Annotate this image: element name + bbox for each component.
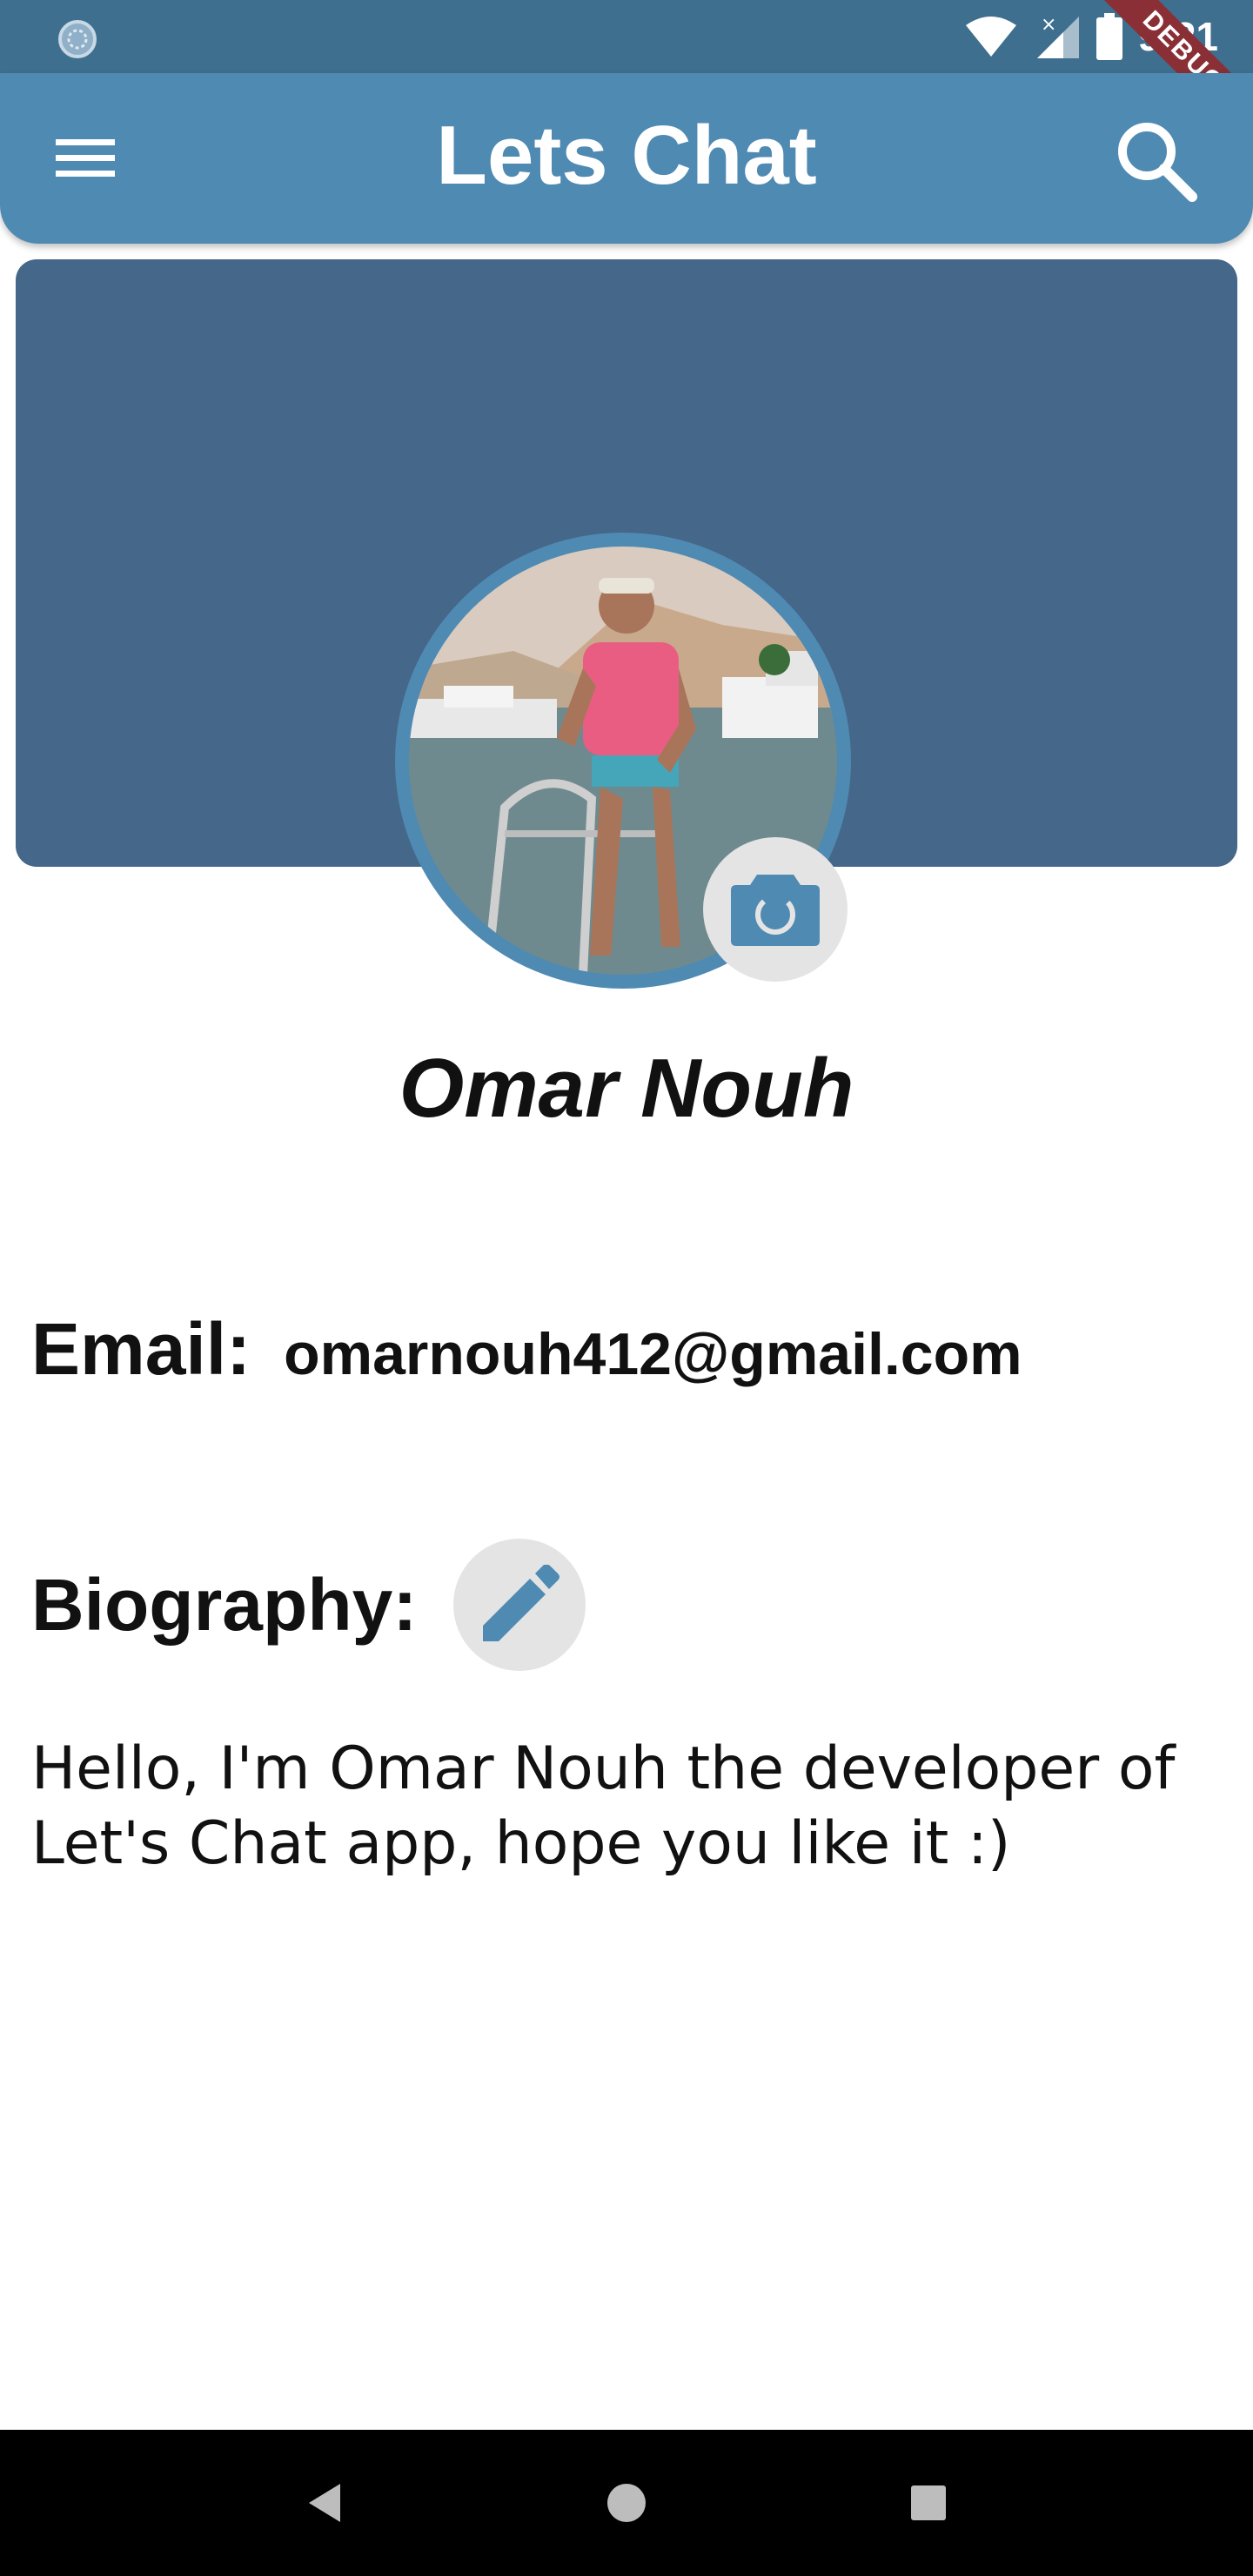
biography-label: Biography: [31, 1563, 418, 1646]
wifi-icon [965, 17, 1016, 57]
battery-icon [1096, 13, 1122, 60]
system-nav-bar [0, 2430, 1253, 2576]
email-value: omarnouh412@gmail.com [284, 1321, 1022, 1387]
signal-icon: × [1036, 14, 1079, 58]
app-bar: Lets Chat [0, 73, 1253, 244]
svg-text:×: × [1041, 14, 1056, 36]
nav-back-button[interactable] [281, 2459, 368, 2546]
nav-home-button[interactable] [583, 2459, 670, 2546]
nav-recents-button[interactable] [885, 2459, 972, 2546]
recents-icon [910, 2485, 946, 2520]
home-icon [606, 2484, 646, 2522]
loading-circle-icon [58, 20, 97, 58]
profile-name: Omar Nouh [399, 1042, 854, 1135]
biography-row: Biography: [31, 1539, 586, 1671]
email-row: Email: omarnouh412@gmail.com [31, 1307, 1022, 1392]
edit-biography-button[interactable] [453, 1539, 586, 1671]
change-photo-button[interactable] [703, 837, 848, 982]
app-title: Lets Chat [436, 109, 817, 202]
pencil-icon [483, 1565, 560, 1641]
biography-text: Hello, I'm Omar Nouh the developer of Le… [31, 1734, 1176, 1878]
back-icon [309, 2484, 341, 2522]
search-icon [1118, 123, 1197, 202]
status-bar: × 9:21 DEBUG [0, 0, 1253, 158]
search-button[interactable] [1103, 108, 1208, 212]
email-label: Email: [31, 1308, 251, 1390]
camera-icon [731, 875, 820, 946]
